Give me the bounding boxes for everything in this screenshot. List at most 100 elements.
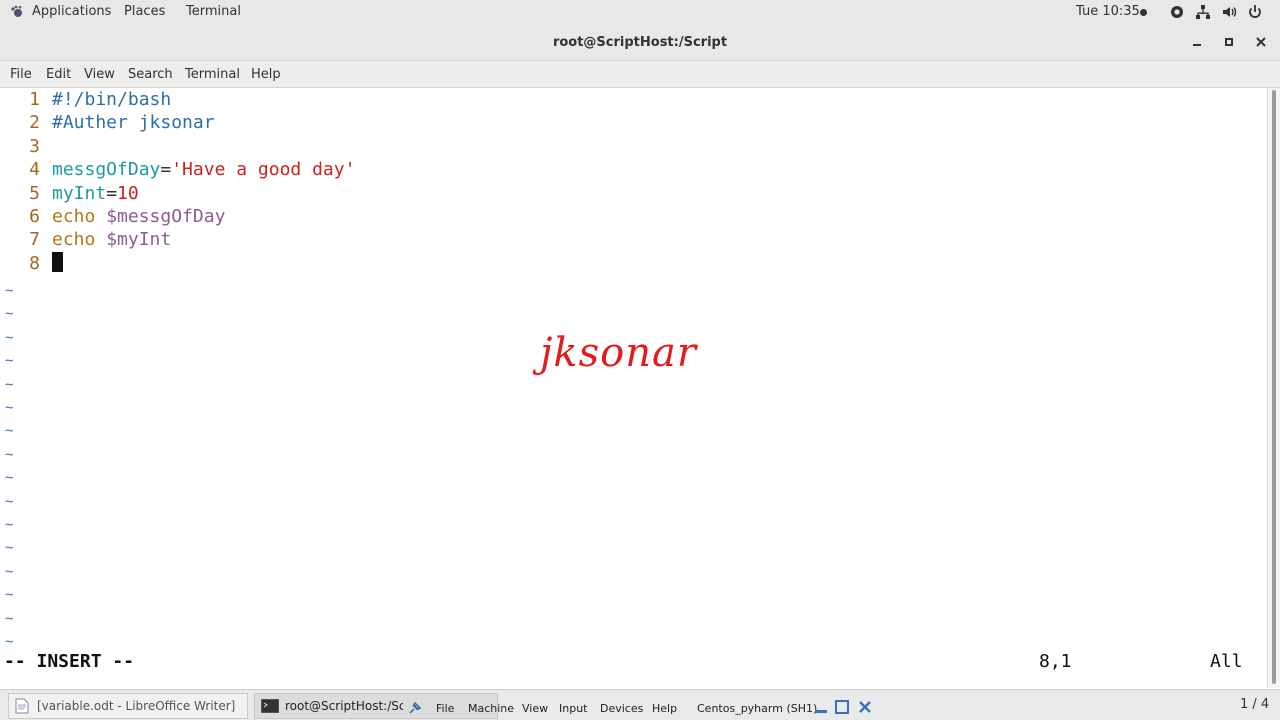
vim-tilde: ~ — [5, 423, 14, 440]
vim-line: 1 #!/bin/bash — [0, 88, 1260, 111]
code-token: 'Have a good day' — [171, 159, 356, 181]
vm-name: Centos_pyharm (SH1) — [697, 702, 818, 715]
vim-line: 6 echo $messgOfDay — [0, 205, 1260, 228]
minimize-icon[interactable] — [1187, 32, 1207, 52]
code-token: #Auther jksonar — [52, 112, 215, 134]
line-number: 7 — [29, 229, 40, 251]
line-number: 4 — [29, 159, 40, 181]
line-code: myInt=10 — [52, 182, 139, 205]
scrollbar-thumb[interactable] — [1272, 90, 1276, 684]
menu-terminal[interactable]: Terminal — [185, 67, 240, 82]
vim-tilde: ~ — [5, 353, 14, 370]
network-icon[interactable] — [1195, 4, 1211, 20]
settings-gear-icon[interactable] — [1169, 4, 1185, 20]
window-title-bar[interactable]: root@ScriptHost:/Script — [0, 24, 1280, 61]
line-number: 8 — [29, 252, 40, 274]
clock[interactable]: Tue 10:35 — [1076, 4, 1140, 19]
line-number: 1 — [29, 89, 40, 110]
code-token: #!/bin/bash — [52, 89, 172, 110]
gnome-foot-icon[interactable] — [10, 5, 24, 19]
vbox-menu-view[interactable]: View — [522, 702, 548, 715]
code-token: $myInt — [106, 229, 172, 251]
menu-edit[interactable]: Edit — [46, 67, 71, 82]
line-number: 6 — [29, 206, 40, 227]
task-libreoffice-writer[interactable]: [variable.odt - LibreOffice Writer] — [8, 693, 248, 719]
document-icon — [15, 698, 29, 714]
task-label: [variable.odt - LibreOffice Writer] — [37, 699, 236, 713]
vim-tilde: ~ — [5, 610, 14, 627]
line-code — [52, 251, 63, 275]
volume-icon[interactable] — [1221, 4, 1237, 20]
vim-tilde: ~ — [5, 517, 14, 533]
terminal-app-menu[interactable]: Terminal — [186, 4, 241, 19]
menu-file[interactable]: File — [10, 67, 32, 82]
terminal-scrollbar[interactable] — [1267, 88, 1280, 688]
vbox-close-icon[interactable] — [858, 700, 872, 714]
vbox-restore-icon[interactable] — [835, 700, 849, 714]
vim-tilde: ~ — [5, 634, 14, 650]
text-cursor — [52, 251, 63, 272]
maximize-icon[interactable] — [1219, 32, 1239, 52]
menu-help[interactable]: Help — [251, 67, 281, 82]
code-token: echo — [52, 206, 96, 227]
power-icon[interactable] — [1247, 4, 1263, 20]
terminal-view[interactable]: 1 #!/bin/bash 2 #Auther jksonar 3 4 messgOfDay… — [0, 88, 1267, 688]
close-icon[interactable] — [1251, 32, 1271, 52]
workspace-pager[interactable]: 1 / 4 — [1240, 697, 1269, 712]
vim-tilde: ~ — [5, 283, 14, 299]
line-number: 3 — [29, 135, 40, 157]
places-menu[interactable]: Places — [124, 4, 165, 19]
code-token: 10 — [117, 182, 139, 204]
vim-line: 8 — [0, 251, 1260, 275]
vim-tilde: ~ — [5, 587, 14, 604]
vim-tilde: ~ — [5, 376, 14, 393]
vbox-menu-help[interactable]: Help — [652, 702, 677, 715]
menu-search[interactable]: Search — [128, 67, 173, 82]
vbox-menu-file[interactable]: File — [436, 702, 454, 715]
task-terminal[interactable]: root@ScriptHost:/Sc — [254, 693, 498, 719]
code-token: $messgOfDay — [106, 206, 226, 227]
task-label: root@ScriptHost:/Sc — [285, 699, 403, 713]
line-code: #!/bin/bash — [52, 88, 171, 111]
code-token: echo — [52, 229, 96, 251]
menu-view[interactable]: View — [84, 67, 115, 82]
vim-tilde: ~ — [5, 329, 14, 346]
window-title: root@ScriptHost:/Script — [552, 35, 728, 50]
vim-line: 7 echo $myInt — [0, 228, 1260, 251]
line-code: messgOfDay='Have a good day' — [52, 158, 355, 181]
vbox-menu-devices[interactable]: Devices — [600, 702, 643, 715]
cursor-position: 8,1 — [1039, 651, 1072, 672]
bottom-taskbar: [variable.odt - LibreOffice Writer] root… — [0, 689, 1280, 720]
vim-line: 4 messgOfDay='Have a good day' — [0, 158, 1260, 181]
code-token: = — [160, 159, 172, 181]
vbox-minimize-icon[interactable] — [814, 702, 828, 714]
gnome-top-bar: Applications Places Terminal Tue 10:35 — [0, 0, 1280, 24]
vim-line: 5 myInt=10 — [0, 182, 1260, 205]
code-token: myInt — [52, 182, 107, 204]
vim-tilde: ~ — [5, 446, 14, 463]
pin-icon[interactable] — [408, 701, 422, 715]
line-code: #Auther jksonar — [52, 111, 215, 134]
vbox-menu-input[interactable]: Input — [559, 702, 587, 715]
applications-menu[interactable]: Applications — [32, 4, 111, 19]
notification-dot-icon — [1140, 9, 1147, 16]
vim-line: 2 #Auther jksonar — [0, 111, 1260, 134]
terminal-icon — [261, 699, 279, 713]
code-token: = — [106, 182, 118, 204]
vbox-menu-machine[interactable]: Machine — [468, 702, 514, 715]
vim-tilde: ~ — [5, 493, 14, 510]
vim-line: 3 — [0, 135, 1260, 158]
watermark-logo: jksonar — [540, 330, 697, 376]
vim-tilde: ~ — [5, 306, 14, 323]
line-code: echo $myInt — [52, 228, 171, 251]
code-token: messgOfDay — [52, 159, 161, 181]
line-number: 2 — [29, 112, 40, 134]
vim-tilde: ~ — [5, 540, 14, 557]
vim-tilde: ~ — [5, 400, 14, 416]
vim-tilde: ~ — [5, 563, 14, 580]
scroll-position: All — [1210, 651, 1243, 672]
vim-mode-indicator: -- INSERT -- — [4, 651, 135, 672]
vim-tilde: ~ — [5, 470, 14, 487]
